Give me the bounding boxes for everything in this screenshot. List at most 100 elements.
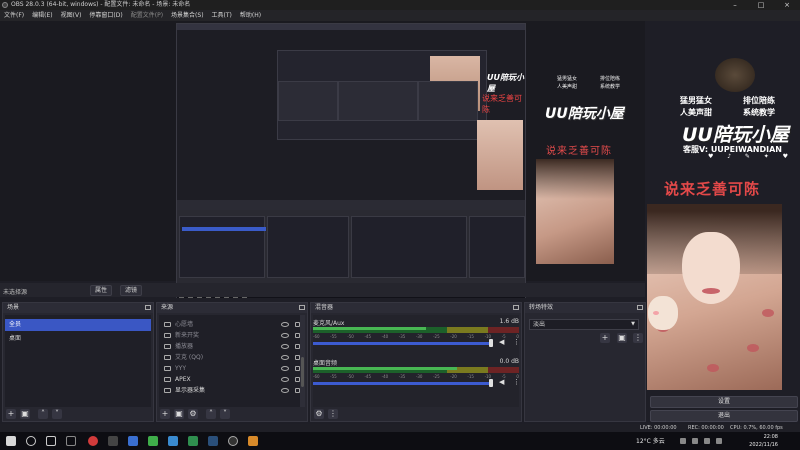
tray-icon[interactable] <box>692 438 698 444</box>
captured-selection <box>182 227 266 231</box>
app-icon[interactable] <box>168 436 178 446</box>
undock-icon[interactable] <box>145 305 151 310</box>
meter-tick-label: -35 <box>398 334 406 339</box>
source-item[interactable]: 显示器采集 <box>159 385 305 396</box>
menu-scene-collection[interactable]: 场景集合(S) <box>167 10 208 21</box>
add-transition-button[interactable]: + <box>600 333 610 343</box>
visibility-toggle-icon[interactable] <box>281 355 289 360</box>
volume-slider-knob[interactable] <box>489 379 493 387</box>
lipstick-mark <box>762 309 774 317</box>
captured-mixer-dock <box>351 216 467 278</box>
meter-tick-label: -20 <box>450 334 457 339</box>
nested-logo: UU陪玩小屋 <box>487 73 524 93</box>
preview-canvas[interactable]: UU陪玩小屋 说来乏善可陈 UU陪玩小屋 说来乏善可陈 猛男猛女 人美声甜 排位… <box>0 21 645 298</box>
overlay-logo: UU陪玩小屋 <box>682 124 789 146</box>
remove-scene-button[interactable]: ▣ <box>20 409 30 419</box>
scrollbar-thumb[interactable] <box>301 357 304 387</box>
transition-select[interactable]: 淡出 ▼ <box>529 319 639 330</box>
source-properties-button[interactable]: ⚙ <box>188 409 198 419</box>
undock-icon[interactable] <box>299 305 305 310</box>
source-item[interactable]: APEX <box>159 374 305 385</box>
exit-button[interactable]: 退出 <box>650 410 798 422</box>
visibility-toggle-icon[interactable] <box>281 333 289 338</box>
menu-view[interactable]: 视图(V) <box>57 10 86 21</box>
volume-slider[interactable] <box>313 342 493 345</box>
scene-item[interactable]: 桌面 <box>5 333 151 345</box>
remove-transition-button[interactable]: ▣ <box>617 333 627 343</box>
chevron-down-icon: ▼ <box>631 321 635 327</box>
visibility-toggle-icon[interactable] <box>281 366 289 371</box>
volume-slider[interactable] <box>313 382 493 385</box>
filters-button[interactable]: 滤镜 <box>120 285 143 296</box>
source-item[interactable]: 新来开奖 <box>159 330 305 341</box>
move-down-button[interactable]: ˅ <box>52 409 62 419</box>
network-icon[interactable] <box>704 438 710 444</box>
source-item[interactable]: 心愿墙 <box>159 319 305 330</box>
transition-menu-button[interactable]: ⋮ <box>633 333 643 343</box>
app-icon[interactable] <box>108 436 118 446</box>
steam-icon[interactable] <box>208 436 218 446</box>
weather-widget[interactable]: 12°C 多云 <box>636 436 665 445</box>
widgets-icon[interactable] <box>66 436 76 446</box>
undock-icon[interactable] <box>513 305 519 310</box>
menu-docks[interactable]: 停靠窗口(D) <box>85 10 126 21</box>
move-up-button[interactable]: ˄ <box>206 409 216 419</box>
minimize-button[interactable]: – <box>722 0 748 10</box>
settings-button[interactable]: 设置 <box>650 396 798 408</box>
mute-speaker-icon[interactable]: ◀ <box>499 378 507 386</box>
app-icon[interactable] <box>128 436 138 446</box>
move-up-button[interactable]: ˄ <box>38 409 48 419</box>
audio-mixer-dock: 混音器 麦克风/Aux 1.6 dB -60 -55 -50 -45 -40 -35 -30… <box>310 302 522 422</box>
transitions-dock-title: 转场特效 <box>529 304 554 311</box>
captured-nested-preview <box>277 50 487 140</box>
channel-menu-icon[interactable]: ⋮ <box>513 338 519 346</box>
mixer-menu-button[interactable]: ⋮ <box>328 409 338 419</box>
nested-dock <box>338 81 418 121</box>
menu-profile[interactable]: 配置文件(P) <box>127 10 167 21</box>
advanced-audio-button[interactable]: ⚙ <box>314 409 324 419</box>
visibility-toggle-icon[interactable] <box>281 388 289 393</box>
scene-item[interactable]: 全员 <box>5 319 151 331</box>
search-icon[interactable] <box>26 436 36 446</box>
obs-taskbar-icon[interactable] <box>228 436 238 446</box>
visibility-toggle-icon[interactable] <box>281 377 289 382</box>
start-icon[interactable] <box>6 436 16 446</box>
menu-file[interactable]: 文件(F) <box>0 10 28 21</box>
menu-help[interactable]: 帮助(H) <box>236 10 265 21</box>
tray-icon[interactable] <box>680 438 686 444</box>
lip-shape <box>702 288 720 294</box>
add-scene-button[interactable]: + <box>6 409 16 419</box>
app-icon[interactable] <box>148 436 158 446</box>
source-item[interactable]: 播放器 <box>159 341 305 352</box>
visibility-toggle-icon[interactable] <box>281 344 289 349</box>
channel-menu-icon[interactable]: ⋮ <box>513 378 519 386</box>
move-down-button[interactable]: ˅ <box>220 409 230 419</box>
source-item[interactable]: 艾克 (QQ) <box>159 352 305 363</box>
undock-icon[interactable] <box>637 305 643 310</box>
status-icon: ♪ <box>727 153 732 160</box>
system-clock[interactable]: 22:08 2022/11/16 <box>749 433 778 449</box>
overlay-caption: 人美声甜 <box>680 108 712 117</box>
close-button[interactable]: × <box>774 0 800 10</box>
app-icon[interactable] <box>188 436 198 446</box>
source-item[interactable]: YYY <box>159 363 305 374</box>
maximize-button[interactable]: □ <box>748 0 774 10</box>
remove-source-button[interactable]: ▣ <box>174 409 184 419</box>
volume-icon[interactable] <box>716 438 722 444</box>
app-icon[interactable] <box>88 436 98 446</box>
clock-time: 22:08 <box>763 434 778 440</box>
meter-tick-label: -25 <box>433 374 440 379</box>
sources-scrollbar[interactable] <box>300 315 305 407</box>
add-source-button[interactable]: + <box>160 409 170 419</box>
properties-button[interactable]: 属性 <box>90 285 113 296</box>
visibility-toggle-icon[interactable] <box>281 322 289 327</box>
status-icon: ✦ <box>763 153 769 160</box>
menu-tools[interactable]: 工具(T) <box>208 10 236 21</box>
app-icon[interactable] <box>248 436 258 446</box>
task-view-icon[interactable] <box>46 436 56 446</box>
menu-edit[interactable]: 编辑(E) <box>28 10 56 21</box>
meter-tick-label: -15 <box>467 334 474 339</box>
mute-speaker-icon[interactable]: ◀ <box>499 338 507 346</box>
meter-tick-label: -20 <box>450 374 457 379</box>
volume-slider-knob[interactable] <box>489 339 493 347</box>
